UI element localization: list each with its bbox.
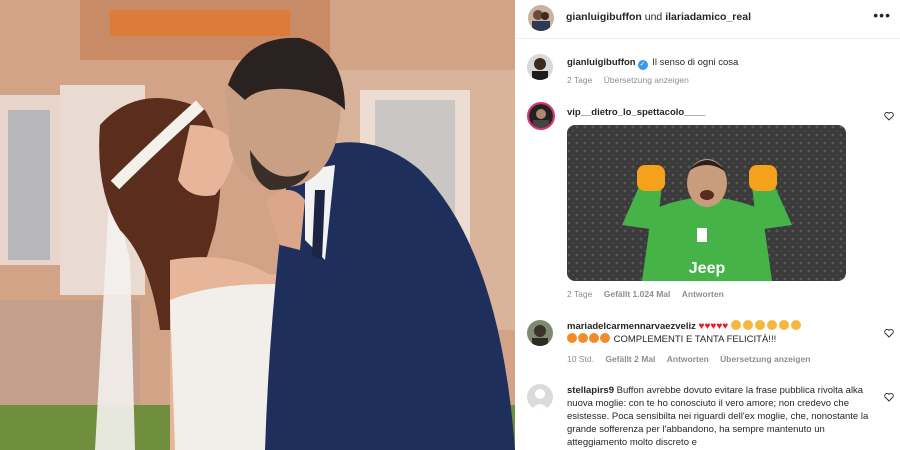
profile-picture-icon — [527, 320, 553, 346]
comment-body: COMPLEMENTI E TANTA FELICITÀ!!! — [613, 334, 777, 345]
header-user-2[interactable]: ilariadamico_real — [665, 11, 751, 23]
more-horizontal-icon[interactable]: ••• — [873, 8, 891, 22]
comment-time[interactable]: 10 Std. — [567, 354, 594, 364]
star-struck-face-icon — [600, 333, 610, 343]
comment-gif[interactable]: Jeep — [567, 125, 846, 281]
star-struck-face-icon — [578, 333, 588, 343]
red-heart-icon: ♥ — [722, 321, 729, 332]
avatar[interactable] — [528, 5, 554, 31]
comment-text: stellapirs9 Buffon avrebbe dovuto evitar… — [567, 384, 872, 450]
clapping-hands-icon — [754, 320, 765, 330]
heart-icon[interactable] — [884, 111, 894, 121]
default-avatar-icon — [527, 384, 553, 410]
heart-icon[interactable] — [884, 328, 894, 338]
clapping-hands-icon — [766, 320, 777, 330]
comment-meta: 2 Tage Gefällt 1.024 Mal Antworten — [567, 289, 733, 299]
clapping-hands-icon — [730, 320, 741, 330]
comment-likes[interactable]: Gefällt 2 Mal — [605, 354, 655, 364]
comment-username[interactable]: stellapirs9 — [567, 385, 614, 396]
comment-meta: 10 Std. Gefällt 2 Mal Antworten Übersetz… — [567, 354, 819, 364]
avatar[interactable] — [527, 54, 553, 80]
reply-button[interactable]: Antworten — [667, 354, 709, 364]
comment-text-line: vip__dietro_lo_spettacolo____ — [567, 106, 872, 119]
gif-logo-text: Jeep — [689, 260, 726, 277]
avatar[interactable] — [527, 384, 553, 410]
star-struck-face-icon — [567, 333, 577, 343]
heart-icon[interactable] — [884, 392, 894, 402]
translate-link[interactable]: Übersetzung anzeigen — [604, 75, 689, 85]
clapping-hands-icon — [778, 320, 789, 330]
profile-picture-icon — [529, 104, 553, 128]
header-joiner: und — [644, 11, 663, 23]
post-header: gianluigibuffon und ilariadamico_real ••… — [515, 0, 900, 39]
reply-button[interactable]: Antworten — [682, 289, 724, 299]
post-photo[interactable] — [0, 0, 515, 450]
caption-meta: 2 Tage Übersetzung anzeigen — [567, 75, 698, 85]
verified-badge-icon: ✓ — [637, 60, 648, 70]
comment-time[interactable]: 2 Tage — [567, 289, 592, 299]
translate-link[interactable]: Übersetzung anzeigen — [720, 354, 810, 364]
avatar[interactable] — [527, 102, 555, 130]
comment-likes[interactable]: Gefällt 1.024 Mal — [604, 289, 671, 299]
clapping-hands-icon — [742, 320, 753, 330]
header-usernames: gianluigibuffon und ilariadamico_real — [566, 11, 751, 23]
comment-username[interactable]: mariadelcarmennarvaezveliz — [567, 321, 696, 332]
comment-text: mariadelcarmennarvaezveliz ♥♥♥♥♥ COMPLEM… — [567, 320, 872, 346]
caption-text-line: gianluigibuffon ✓ Il senso di ogni cosa — [567, 56, 872, 70]
caption-time[interactable]: 2 Tage — [567, 75, 592, 85]
star-struck-face-icon — [589, 333, 599, 343]
caption-username[interactable]: gianluigibuffon — [567, 57, 636, 68]
profile-picture-icon — [528, 5, 554, 31]
avatar[interactable] — [527, 320, 553, 346]
header-user-1[interactable]: gianluigibuffon — [566, 11, 642, 23]
caption-text: Il senso di ogni cosa — [652, 57, 739, 68]
comments-panel: gianluigibuffon und ilariadamico_real ••… — [515, 0, 900, 450]
clapping-hands-icon — [790, 320, 801, 330]
comment-username[interactable]: vip__dietro_lo_spettacolo____ — [567, 107, 705, 118]
goalkeeper-celebrating-image: Jeep — [567, 125, 846, 281]
wedding-couple-image — [0, 0, 515, 450]
profile-picture-icon — [527, 54, 553, 80]
